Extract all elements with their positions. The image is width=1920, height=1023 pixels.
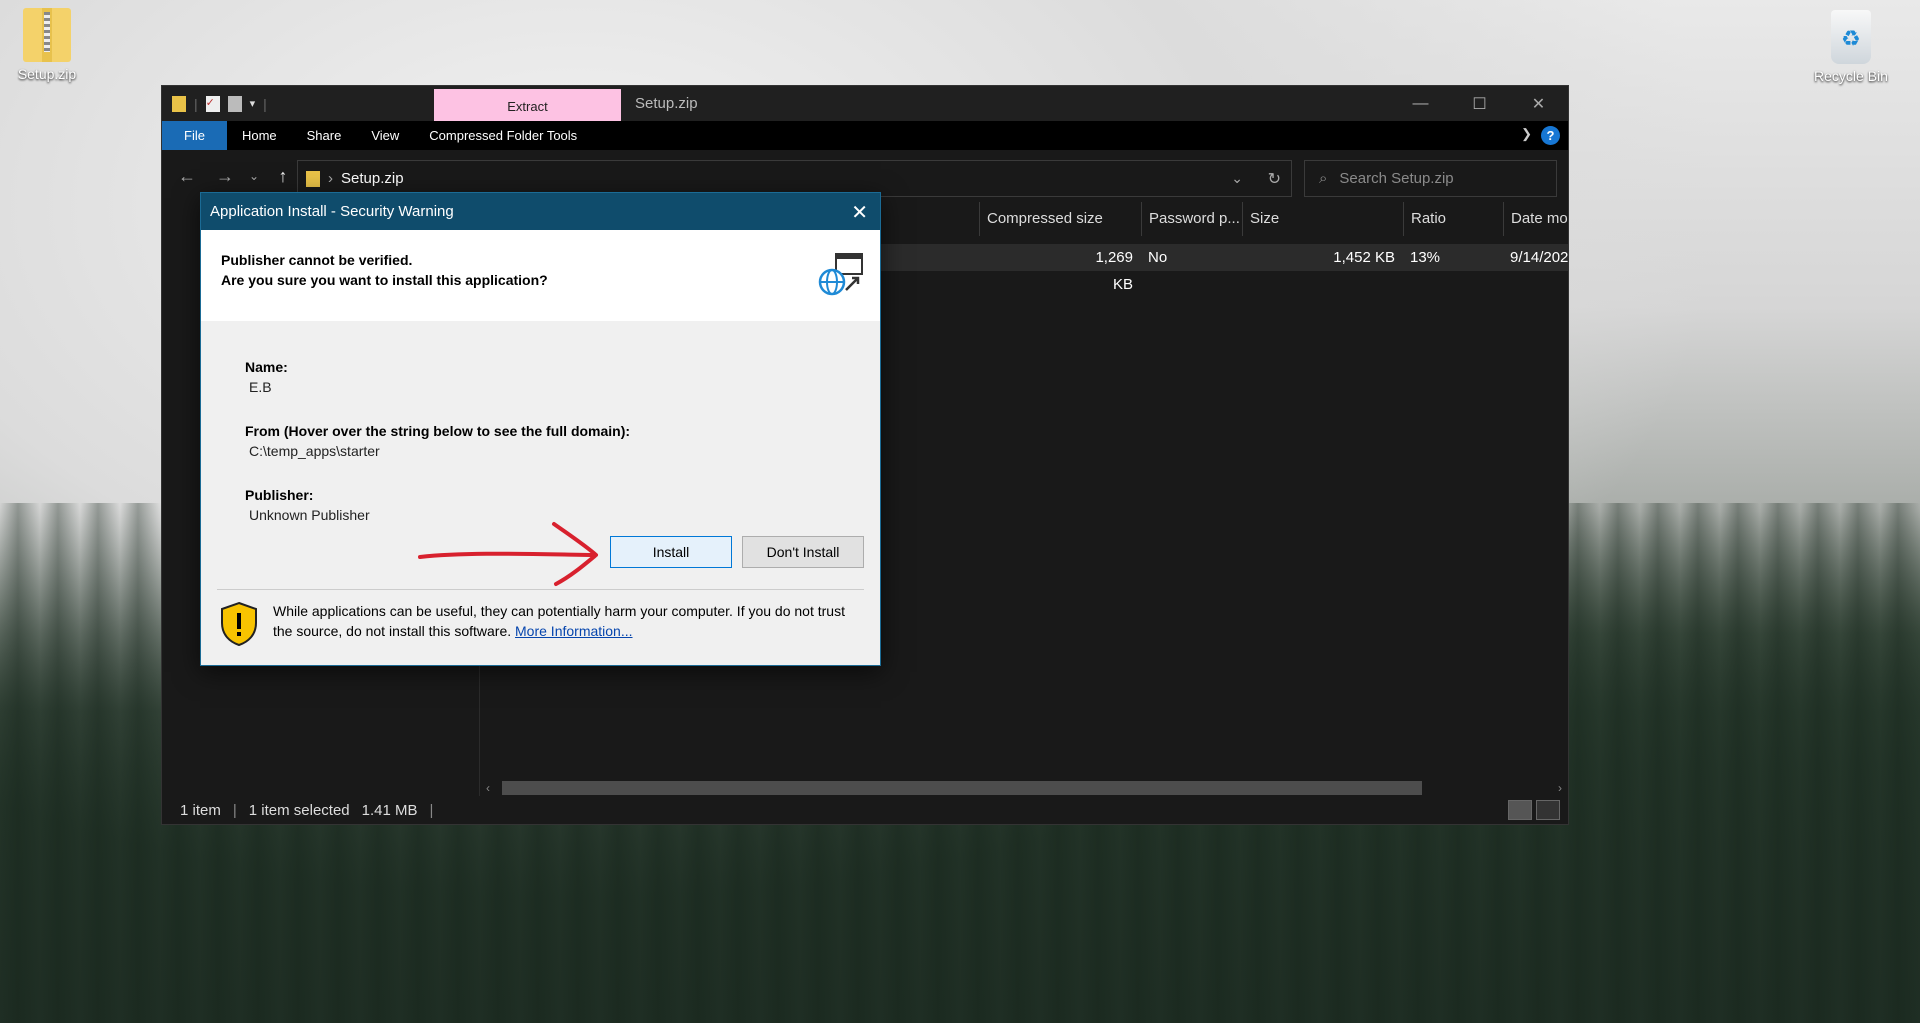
status-bar: 1 item | 1 item selected 1.41 MB | — [162, 796, 1568, 824]
refresh-icon[interactable]: ↻ — [1268, 169, 1281, 189]
zip-folder-icon — [23, 8, 71, 62]
name-value: E.B — [249, 379, 272, 395]
scroll-left-icon[interactable]: ‹ — [486, 781, 490, 795]
close-icon[interactable]: ✕ — [851, 200, 868, 225]
dialog-title-bar: Application Install - Security Warning ✕ — [201, 193, 880, 230]
cell-compressed-size: 1,269 KB — [1095, 249, 1133, 293]
warning-message: While applications can be useful, they c… — [219, 601, 859, 647]
desktop-icon-label: Setup.zip — [17, 66, 77, 82]
column-ratio[interactable]: Ratio — [1403, 202, 1503, 236]
horizontal-scrollbar[interactable]: ‹ › — [486, 778, 1562, 798]
scroll-right-icon[interactable]: › — [1558, 781, 1562, 795]
divider — [217, 589, 864, 590]
column-size[interactable]: Size — [1242, 202, 1403, 236]
tab-view[interactable]: View — [356, 121, 414, 150]
view-switcher — [1508, 800, 1560, 820]
maximize-icon[interactable]: ☐ — [1450, 86, 1509, 121]
search-placeholder: Search Setup.zip — [1339, 170, 1454, 187]
dialog-header: Publisher cannot be verified. Are you su… — [201, 230, 880, 321]
new-folder-icon[interactable] — [227, 95, 242, 112]
minimize-icon[interactable]: — — [1391, 86, 1450, 121]
search-box[interactable]: ⌕ Search Setup.zip — [1304, 160, 1557, 197]
tab-home[interactable]: Home — [227, 121, 292, 150]
forward-icon[interactable]: → — [206, 166, 244, 187]
desktop-icon-setup-zip[interactable]: Setup.zip — [2, 8, 92, 82]
recycle-bin-icon: ♻ — [1831, 10, 1871, 64]
properties-icon[interactable]: ✓ — [205, 95, 220, 112]
install-button[interactable]: Install — [610, 536, 732, 568]
help-icon[interactable]: ? — [1541, 126, 1560, 145]
column-password[interactable]: Password p... — [1141, 202, 1242, 236]
tab-extract[interactable]: Extract — [434, 89, 621, 121]
chevron-down-icon[interactable]: ⌄ — [1231, 170, 1243, 187]
title-bar: | ✓ ▾ | Extract Setup.zip — ☐ ✕ — [162, 86, 1568, 121]
status-selected: 1 item selected — [248, 801, 350, 819]
window-title: Setup.zip — [635, 95, 698, 112]
tab-file[interactable]: File — [162, 121, 227, 150]
large-icons-view-icon[interactable] — [1536, 800, 1560, 820]
back-icon[interactable]: ← — [168, 166, 206, 187]
tab-compressed-folder-tools[interactable]: Compressed Folder Tools — [414, 121, 592, 150]
cell-password: No — [1148, 249, 1168, 266]
column-date-modified[interactable]: Date mo — [1503, 202, 1573, 236]
cell-date: 9/14/202 — [1510, 249, 1569, 266]
cell-size: 1,452 KB — [1333, 249, 1395, 266]
from-value[interactable]: C:\temp_apps\starter — [245, 441, 880, 461]
desktop-icon-label: Recycle Bin — [1814, 68, 1888, 84]
more-information-link[interactable]: More Information... — [515, 623, 633, 639]
headline-publisher: Publisher cannot be verified. — [221, 252, 413, 268]
publisher-label: Publisher: — [245, 487, 314, 503]
scrollbar-thumb[interactable] — [502, 781, 1422, 795]
security-warning-dialog: Application Install - Security Warning ✕… — [200, 192, 881, 666]
tab-share[interactable]: Share — [292, 121, 357, 150]
close-icon[interactable]: ✕ — [1509, 86, 1568, 121]
from-label: From (Hover over the string below to see… — [245, 423, 631, 439]
window-controls: — ☐ ✕ — [1391, 86, 1568, 121]
chevron-right-icon: › — [328, 170, 333, 187]
status-item-count: 1 item — [180, 801, 221, 819]
customize-toolbar-icon[interactable]: ▾ — [250, 97, 256, 110]
folder-icon — [172, 95, 186, 112]
desktop-icon-recycle-bin[interactable]: ♻ Recycle Bin — [1806, 10, 1896, 84]
search-icon: ⌕ — [1319, 170, 1328, 187]
column-compressed-size[interactable]: Compressed size — [979, 202, 1141, 236]
quick-access-toolbar: | ✓ ▾ | — [162, 95, 267, 112]
dont-install-button[interactable]: Don't Install — [742, 536, 864, 568]
cell-ratio: 13% — [1410, 249, 1441, 266]
status-size: 1.41 MB — [361, 801, 418, 819]
application-install-icon — [818, 253, 863, 296]
annotation-arrow-icon — [418, 522, 598, 586]
dialog-title: Application Install - Security Warning — [210, 203, 454, 220]
ribbon: File Home Share View Compressed Folder T… — [162, 121, 1568, 150]
details-view-icon[interactable] — [1508, 800, 1532, 820]
recent-locations-icon[interactable]: ⌄ — [244, 169, 264, 183]
address-path: Setup.zip — [341, 170, 404, 187]
expand-ribbon-icon[interactable]: ❯ — [1521, 126, 1532, 142]
name-label: Name: — [245, 359, 288, 375]
zip-folder-icon — [306, 170, 320, 187]
warning-shield-icon — [221, 601, 257, 647]
dialog-body: Name: E.B From (Hover over the string be… — [201, 321, 880, 525]
headline-question: Are you sure you want to install this ap… — [221, 272, 548, 288]
